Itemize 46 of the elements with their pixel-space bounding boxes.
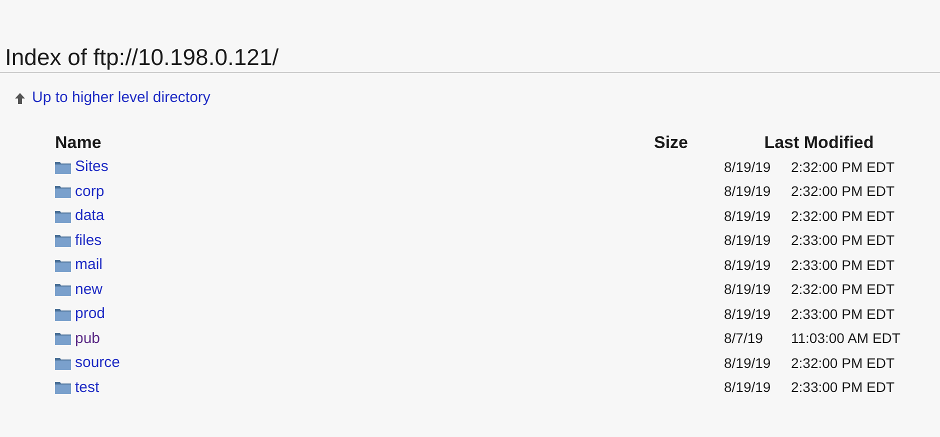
folder-icon — [55, 160, 71, 174]
date-cell-text: 8/19/19 — [724, 354, 772, 373]
folder-icon — [55, 234, 71, 248]
folder-link[interactable]: pub — [75, 328, 100, 350]
folder-icon — [55, 356, 71, 370]
time-cell-text: 2:32:00 PM EDT — [791, 206, 896, 226]
folder-icon — [55, 308, 71, 321]
time-cell-text: 2:33:00 PM EDT — [791, 231, 896, 250]
date-cell-text: 8/19/19 — [724, 378, 772, 398]
column-header: Last Modified — [763, 132, 875, 154]
folder-link[interactable]: test — [75, 376, 100, 399]
column-header: Name — [55, 132, 102, 154]
date-cell-text: 8/19/19 — [724, 182, 772, 202]
date-cell-text: 8/19/19 — [724, 231, 772, 250]
folder-link[interactable]: new — [75, 278, 103, 301]
time-cell-text: 2:32:00 PM EDT — [791, 158, 896, 177]
up-arrow-icon — [15, 92, 25, 104]
folder-icon — [55, 185, 71, 198]
date-cell-text: 8/19/19 — [724, 304, 772, 324]
time-cell-text: 2:32:00 PM EDT — [791, 280, 896, 300]
page-title: Index of ftp://10.198.0.121/ — [5, 43, 280, 72]
folder-icon — [55, 332, 71, 346]
time-cell-text: 2:33:00 PM EDT — [791, 378, 896, 398]
time-cell-text: 2:32:00 PM EDT — [791, 354, 896, 373]
folder-link[interactable]: source — [75, 352, 120, 374]
parent-directory-link[interactable]: Up to higher level directory — [32, 87, 210, 110]
folder-link[interactable]: files — [75, 230, 102, 252]
folder-icon — [55, 283, 71, 296]
date-cell-text: 8/19/19 — [724, 206, 772, 226]
folder-link[interactable]: data — [75, 205, 104, 228]
date-cell-text: 8/19/19 — [724, 256, 772, 275]
time-cell-text: 2:32:00 PM EDT — [791, 182, 896, 202]
time-cell-text: 2:33:00 PM EDT — [791, 304, 896, 324]
folder-icon — [55, 210, 71, 223]
time-cell-text: 2:33:00 PM EDT — [791, 256, 896, 275]
folder-link[interactable]: Sites — [75, 156, 108, 178]
column-header: Size — [654, 132, 690, 154]
folder-icon — [55, 381, 71, 394]
folder-link[interactable]: prod — [75, 303, 106, 326]
folder-link[interactable]: mail — [75, 254, 103, 276]
date-cell-text: 8/7/19 — [724, 329, 764, 348]
date-cell-text: 8/19/19 — [724, 280, 772, 300]
folder-link[interactable]: corp — [75, 180, 104, 203]
time-cell-text: 11:03:00 AM EDT — [791, 329, 902, 348]
folder-icon — [55, 258, 71, 272]
date-cell-text: 8/19/19 — [724, 158, 772, 177]
